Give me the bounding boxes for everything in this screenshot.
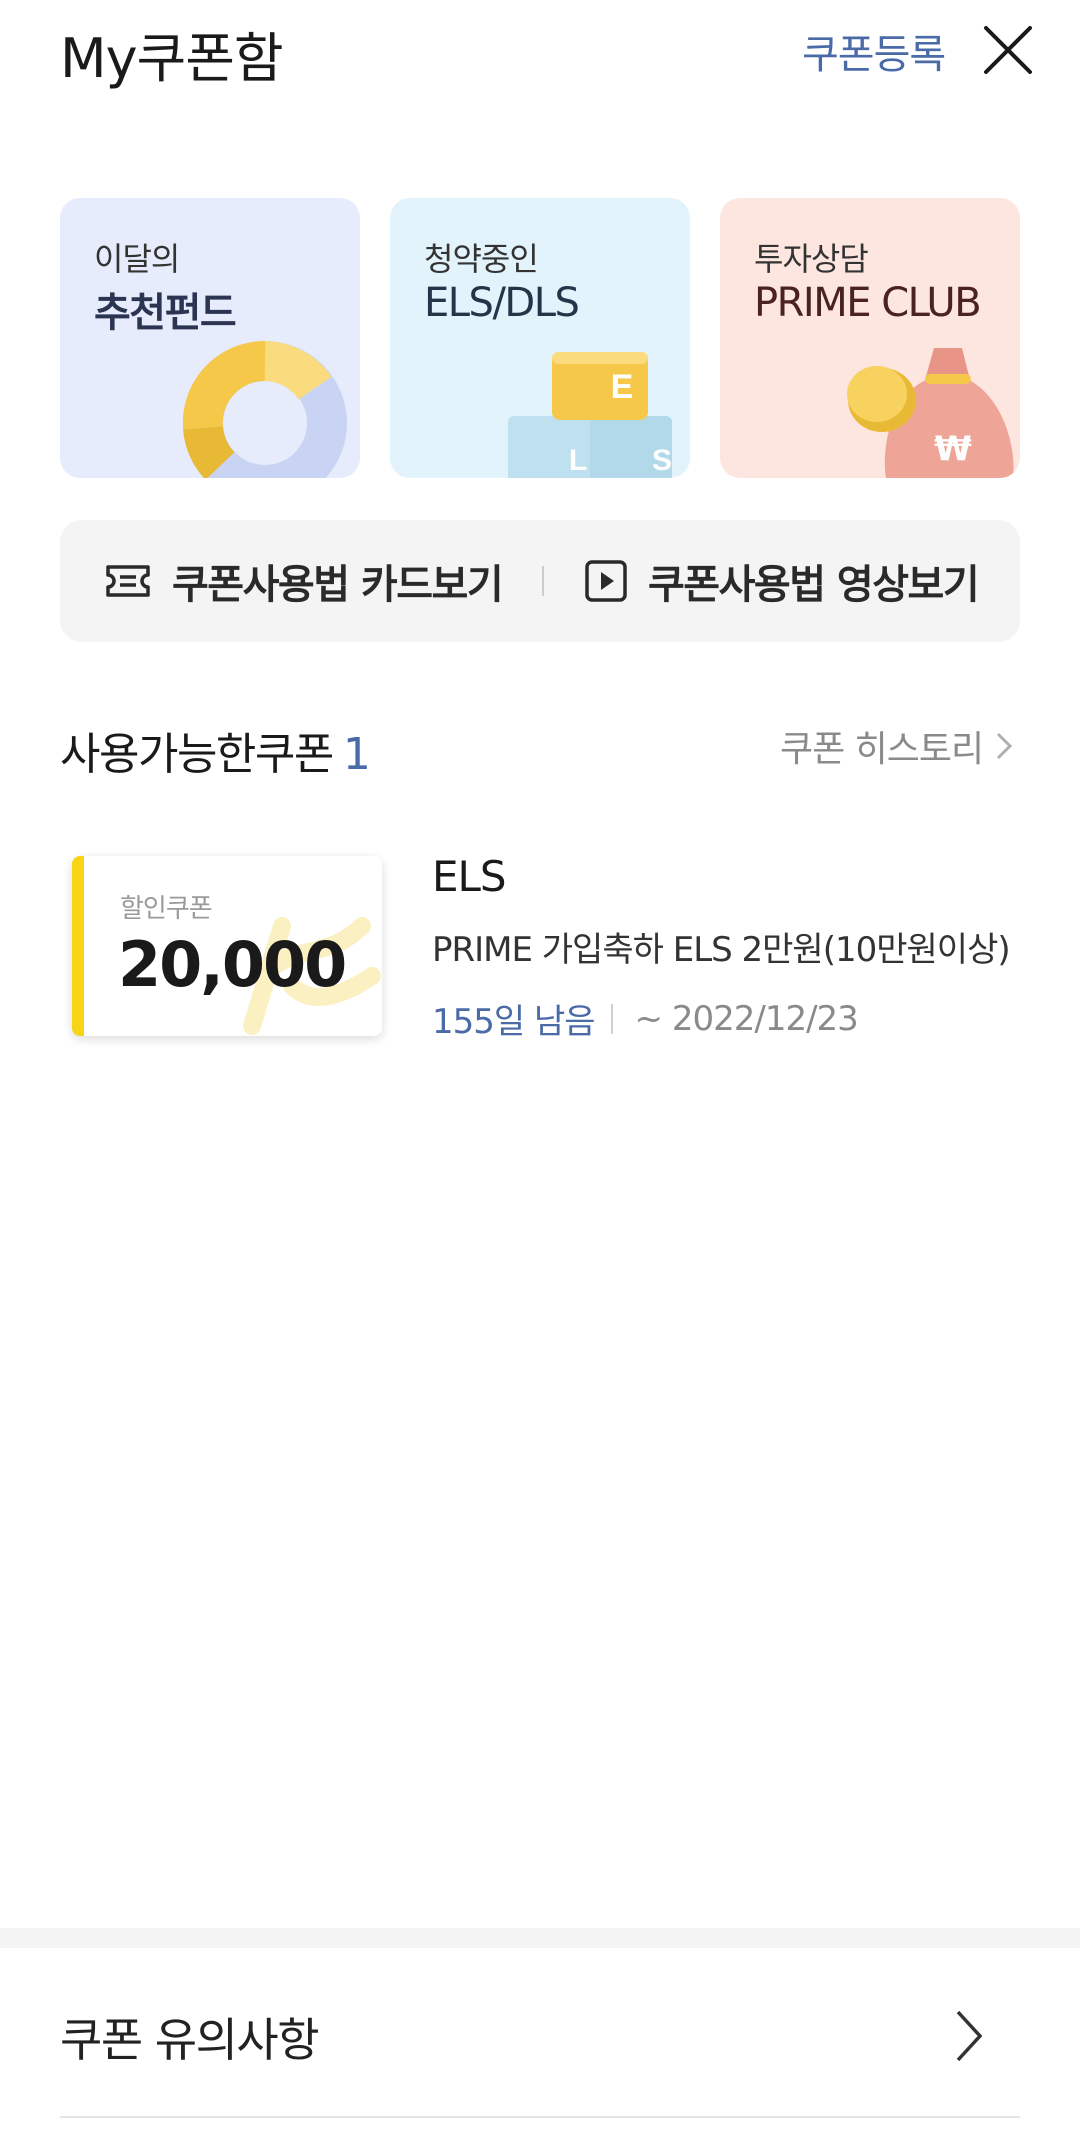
ticket-icon (106, 565, 150, 597)
block-letter: S (652, 444, 672, 477)
coupon-history-link[interactable]: 쿠폰 히스토리 (780, 720, 1015, 772)
coupon-guide-card-label: 쿠폰사용법 카드보기 (172, 562, 504, 608)
coupon-amount: 20,000 (118, 928, 347, 1001)
promo-card-prime-club[interactable]: 투자상담 PRIME CLUB ₩ (720, 198, 1020, 478)
coupon-guide-video-button[interactable]: 쿠폰사용법 영상보기 (584, 554, 980, 608)
close-icon (984, 26, 1032, 74)
header: My쿠폰함 쿠폰등록 (0, 0, 1080, 110)
coupon-guide-video-label: 쿠폰사용법 영상보기 (648, 562, 980, 608)
section-title-text: 사용가능한쿠폰 (60, 729, 334, 780)
coupon-days-left: 155일 남음 (432, 1002, 596, 1042)
coupon-stripe (72, 856, 84, 1036)
money-bag-icon: ₩ (847, 348, 1014, 478)
block-letter: E (611, 368, 634, 406)
coupon-type: 할인쿠폰 (120, 894, 213, 924)
block-letter: L (569, 444, 587, 477)
available-coupons-title: 사용가능한쿠폰 1 (60, 718, 371, 782)
coupon-notice-row[interactable]: 쿠폰 유의사항 (0, 1948, 1080, 2118)
coupon-meta: 155일 남음 ~ 2022/12/23 (432, 994, 859, 1043)
coupon-guide-bar: 쿠폰사용법 카드보기 쿠폰사용법 영상보기 (60, 520, 1020, 642)
coupon-notice-label: 쿠폰 유의사항 (60, 2013, 320, 2067)
divider (542, 566, 544, 596)
coupon-card[interactable]: 할인쿠폰 20,000 (72, 856, 382, 1036)
letter-blocks-icon: E L S (508, 352, 672, 478)
coupon-history-label: 쿠폰 히스토리 (780, 729, 984, 770)
coupon-count: 1 (342, 729, 371, 780)
coupon-title: ELS (432, 852, 507, 901)
play-icon (585, 560, 627, 602)
divider (610, 1003, 613, 1034)
page-title: My쿠폰함 (60, 27, 284, 90)
coupon-register-link[interactable]: 쿠폰등록 (802, 22, 946, 80)
promo-card-els-dls[interactable]: 청약중인 ELS/DLS E L S (390, 198, 690, 478)
bag-symbol: ₩ (934, 429, 972, 469)
coupon-description: PRIME 가입축하 ELS 2만원(10만원이상) (432, 930, 1011, 970)
divider (60, 2116, 1020, 2118)
chevron-right-icon (997, 732, 1013, 760)
donut-chart-icon (182, 340, 347, 478)
section-separator (0, 1928, 1080, 1948)
coupon-expiry: ~ 2022/12/23 (634, 998, 859, 1039)
close-button[interactable] (980, 22, 1036, 78)
chevron-right-icon (956, 2010, 983, 2062)
promo-card-recommended-fund[interactable]: 이달의 추천펀드 (60, 198, 360, 478)
coupon-guide-card-button[interactable]: 쿠폰사용법 카드보기 (104, 554, 504, 608)
